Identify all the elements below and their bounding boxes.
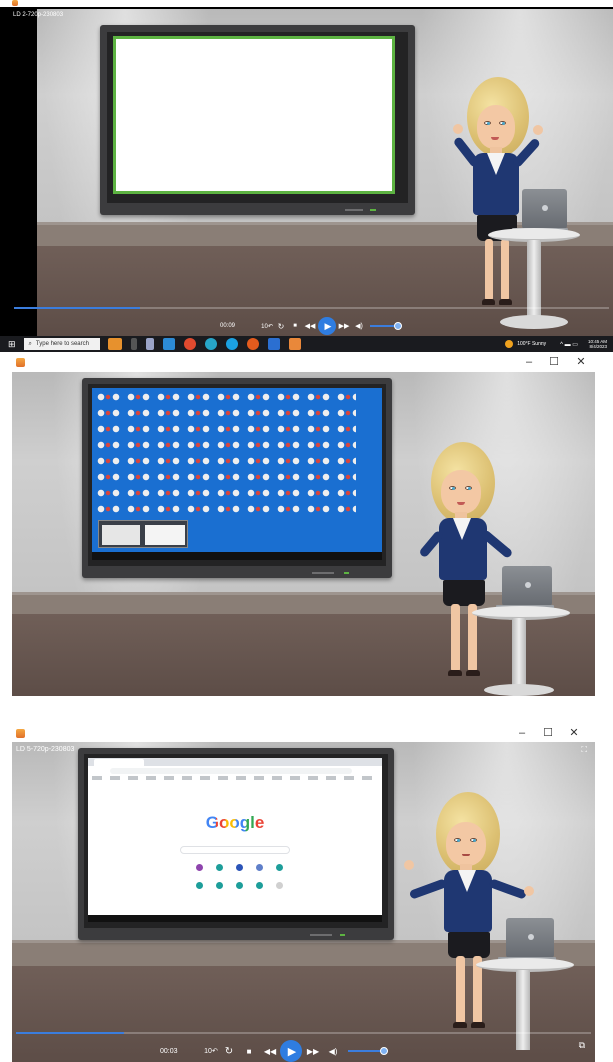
- taskbar-preview: [98, 520, 188, 548]
- minimize-button[interactable]: –: [517, 354, 541, 370]
- fast-forward-icon[interactable]: ▶▶: [336, 322, 352, 330]
- play-icon: ▶: [287, 1045, 297, 1058]
- volume-slider[interactable]: [348, 1047, 388, 1055]
- video-title: LD 2-720p-230803: [13, 12, 64, 18]
- presenter-character: [417, 432, 587, 696]
- tray-icons[interactable]: ^ ▬ ▭: [560, 341, 578, 348]
- seek-progress: [16, 1032, 124, 1034]
- player-frame-3: – ☐ ✕ LD 5-720p-230803 ⛶ Google 00:03 10…: [12, 725, 595, 1062]
- skip-back-label: 10: [204, 1048, 212, 1055]
- google-search-box[interactable]: [180, 846, 290, 854]
- fullscreen-icon[interactable]: ⧉: [579, 1040, 585, 1051]
- windows-start-icon[interactable]: ⊞: [8, 339, 16, 350]
- weather-icon: [505, 340, 514, 348]
- google-logo: Google: [205, 813, 265, 832]
- volume-knob[interactable]: [394, 322, 402, 330]
- rewind-icon[interactable]: ◀◀: [302, 322, 318, 330]
- title-bar: – ☐ ✕: [12, 352, 595, 372]
- skip-back-icon[interactable]: 10↶: [202, 1047, 220, 1055]
- browser-screen: Google: [88, 758, 382, 922]
- play-button[interactable]: ▶: [280, 1040, 302, 1062]
- weather-text: 100°F Sunny: [517, 341, 547, 347]
- taskbar-app-icon[interactable]: [288, 338, 301, 350]
- video-title: LD 5-720p-230803: [16, 746, 75, 753]
- fullscreen-icon[interactable]: ⛶: [581, 745, 587, 755]
- shortcut-row: [190, 864, 286, 894]
- stop-icon[interactable]: ■: [288, 323, 302, 329]
- player-controls: 00:03 10↶ ↻ ■ ◀◀ ▶ ▶▶ ◀): [160, 1040, 388, 1062]
- app-icon: [16, 729, 25, 738]
- whiteboard: [113, 36, 395, 194]
- taskbar-app-icon[interactable]: [145, 338, 154, 350]
- restart-icon[interactable]: ↻: [274, 322, 288, 331]
- volume-icon[interactable]: ◀): [352, 322, 366, 330]
- maximize-button[interactable]: ☐: [536, 725, 560, 741]
- taskbar-clock[interactable]: 10:45 AM 8/4/2023: [588, 339, 607, 349]
- maximize-button[interactable]: ☐: [542, 354, 566, 370]
- desktop-icon-grid: [96, 392, 356, 520]
- windows-taskbar: ⊞ ⌕ Type here to search 100°F Sunny ^ ▬ …: [0, 336, 613, 352]
- volume-knob[interactable]: [380, 1047, 388, 1055]
- elapsed-time: 00:03: [160, 1047, 178, 1055]
- taskbar-app-icon[interactable]: [267, 338, 280, 350]
- taskbar-app-icon[interactable]: [162, 338, 175, 350]
- taskbar-app-icon[interactable]: [107, 338, 122, 350]
- task-view-icon[interactable]: [130, 338, 137, 350]
- search-icon: ⌕: [28, 340, 32, 347]
- restart-icon[interactable]: ↻: [220, 1046, 238, 1057]
- skip-back-label: 10: [261, 323, 268, 330]
- seek-progress: [14, 307, 140, 309]
- video-area[interactable]: 00:09 10↶ ↻ ■ ◀◀ ▶ ▶▶ ◀) LD 2-720p-23080…: [10, 9, 613, 336]
- taskbar-app-icon[interactable]: [183, 338, 196, 350]
- display-frame: [82, 378, 392, 578]
- play-button[interactable]: ▶: [318, 317, 336, 335]
- elapsed-time: 00:09: [220, 323, 236, 329]
- presenter-character: [402, 782, 582, 1052]
- presenter-character: [415, 69, 613, 336]
- video-area[interactable]: LD 5-720p-230803 ⛶ Google 00:03 10↶ ↻ ■ …: [12, 742, 595, 1062]
- display-frame: [100, 25, 415, 215]
- app-icon: [12, 0, 18, 6]
- taskbar-app-icon[interactable]: [204, 338, 217, 350]
- close-button[interactable]: ✕: [569, 354, 593, 370]
- taskbar-search-box[interactable]: ⌕ Type here to search: [23, 338, 100, 350]
- stop-icon[interactable]: ■: [238, 1047, 260, 1056]
- volume-icon[interactable]: ◀): [324, 1047, 342, 1056]
- fast-forward-icon[interactable]: ▶▶: [302, 1047, 324, 1056]
- player-frame-1: 00:09 10↶ ↻ ■ ◀◀ ▶ ▶▶ ◀) LD 2-720p-23080…: [0, 0, 613, 352]
- taskbar-app-icon[interactable]: [225, 338, 238, 350]
- close-button[interactable]: ✕: [562, 725, 586, 741]
- minimize-button[interactable]: –: [510, 725, 534, 741]
- video-area[interactable]: [12, 372, 595, 696]
- taskbar-app-icon[interactable]: [246, 338, 259, 350]
- clock-date: 8/4/2023: [589, 344, 607, 349]
- display-frame: Google: [78, 748, 394, 940]
- screenshot-stack: 00:09 10↶ ↻ ■ ◀◀ ▶ ▶▶ ◀) LD 2-720p-23080…: [0, 0, 613, 1062]
- app-icon: [16, 358, 25, 367]
- volume-slider[interactable]: [370, 322, 402, 330]
- skip-back-icon[interactable]: 10↶: [260, 323, 274, 330]
- play-icon: ▶: [324, 320, 332, 331]
- player-controls: 00:09 10↶ ↻ ■ ◀◀ ▶ ▶▶ ◀): [220, 316, 402, 336]
- title-bar: – ☐ ✕: [12, 725, 595, 742]
- rewind-icon[interactable]: ◀◀: [260, 1047, 280, 1056]
- title-bar: [0, 0, 613, 7]
- search-placeholder: Type here to search: [35, 341, 89, 347]
- desktop-screen: [92, 388, 382, 560]
- player-frame-2: – ☐ ✕: [12, 352, 595, 696]
